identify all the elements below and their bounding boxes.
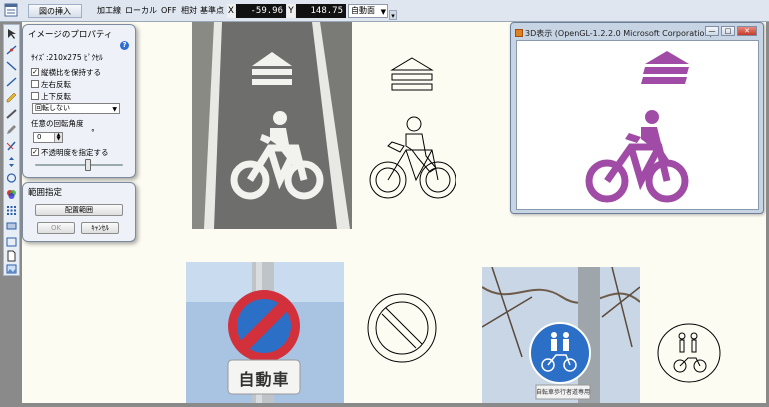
y-coordinate-field[interactable]: 148.75 <box>296 4 346 18</box>
no-parking-drawing[interactable] <box>364 292 440 364</box>
bike-sign-text: 自転車歩行者道専用 <box>536 389 591 396</box>
flip-horizontal-label: 左右反転 <box>41 80 71 89</box>
bicycle-pedestrian-sign-graphic <box>482 267 640 403</box>
mode-select[interactable]: 自動面 ▼ <box>348 4 388 18</box>
range-panel-title: 範囲指定 <box>28 188 63 198</box>
chevron-down-icon: ▼ <box>112 106 117 113</box>
process-line-toggle[interactable]: 加工線 <box>97 4 121 18</box>
rotation-angle-value: 0 <box>37 133 42 141</box>
toolbar-expand-icon[interactable]: ▾ <box>389 10 397 20</box>
top-toolbar: 図の挿入 加工線 ローカル OFF 相対 基準点 X -59.96 Y 148.… <box>0 0 769 22</box>
placement-range-button[interactable]: 配置範囲 <box>35 204 123 216</box>
window-app-icon <box>515 29 523 37</box>
x-label: X <box>227 4 235 18</box>
local-toggle[interactable]: ローカル <box>125 4 157 18</box>
arrow-mark-drawing[interactable] <box>388 56 436 96</box>
drawing-canvas[interactable]: 自動車 自転車歩行者道専用 イメージのプロパティ ? ｻｲｽﾞ:210x275 … <box>22 22 766 403</box>
polyline-tool-icon[interactable] <box>5 76 18 88</box>
no-parking-sign-photo[interactable]: 自動車 <box>186 262 344 403</box>
keep-aspect-checkbox[interactable]: ✓ 縦横比を保持する <box>31 68 101 78</box>
measure-tool-icon[interactable] <box>5 108 18 120</box>
insert-image-button[interactable]: 図の挿入 <box>28 4 82 18</box>
trim-tool-icon[interactable] <box>5 140 18 152</box>
image-tool-icon[interactable] <box>5 263 18 275</box>
spin-arrows-icon[interactable]: ▲ ▼ <box>54 133 62 142</box>
keep-aspect-label: 縦横比を保持する <box>41 68 101 77</box>
rotation-angle-label: 任意の回転角度 <box>31 119 84 128</box>
road-photo[interactable] <box>192 22 352 229</box>
app-menu-icon[interactable] <box>4 3 18 17</box>
color-tool-icon[interactable] <box>5 188 18 200</box>
flip-vertical-checkbox[interactable]: 上下反転 <box>31 92 71 102</box>
move-tool-icon[interactable] <box>5 156 18 168</box>
road-photo-graphic <box>192 22 352 229</box>
opacity-slider-track[interactable] <box>35 164 123 166</box>
document-tool-icon[interactable] <box>5 250 18 262</box>
ok-button[interactable]: OK <box>37 222 75 234</box>
edit-tool-icon[interactable] <box>5 124 18 136</box>
line-tool-icon[interactable] <box>5 60 18 72</box>
grid-tool-icon[interactable] <box>5 204 18 216</box>
opacity-checkbox[interactable]: ✓ 不透明度を指定する <box>31 148 109 158</box>
close-button[interactable]: ✕ <box>737 26 757 36</box>
off-toggle[interactable]: OFF <box>161 4 177 18</box>
range-panel: 範囲指定 配置範囲 OK ｷｬﾝｾﾙ <box>22 182 136 242</box>
image-properties-title: イメージのプロパティ <box>28 30 113 40</box>
flip-horizontal-checkbox[interactable]: 左右反転 <box>31 80 71 90</box>
checkbox-icon <box>31 80 39 88</box>
flip-vertical-label: 上下反転 <box>41 92 71 101</box>
checkbox-icon <box>31 92 39 100</box>
opacity-label: 不透明度を指定する <box>41 148 109 157</box>
mode-select-value: 自動面 <box>351 6 375 15</box>
maximize-button[interactable]: □ <box>721 26 735 36</box>
layer-tool-icon[interactable] <box>5 220 18 232</box>
cancel-button[interactable]: ｷｬﾝｾﾙ <box>81 222 119 234</box>
checkbox-checked-icon: ✓ <box>31 68 39 76</box>
3d-rendered-marks <box>585 51 689 203</box>
point-tool-icon[interactable] <box>5 44 18 56</box>
help-icon[interactable]: ? <box>120 41 129 50</box>
base-point-toggle[interactable]: 基準点 <box>200 4 224 18</box>
image-properties-panel: イメージのプロパティ ? ｻｲｽﾞ:210x275 ﾋﾟｸｾﾙ ✓ 縦横比を保持す… <box>22 24 136 178</box>
bicycle-pedestrian-drawing[interactable] <box>656 322 722 384</box>
pencil-tool-icon[interactable] <box>5 92 18 104</box>
x-coordinate-field[interactable]: -59.96 <box>236 4 286 18</box>
minimize-button[interactable]: — <box>705 26 719 36</box>
opacity-slider-thumb[interactable] <box>85 159 91 171</box>
select-tool-icon[interactable] <box>5 28 18 40</box>
rotation-select-value: 回転しない <box>35 104 70 112</box>
chevron-down-icon: ▼ <box>380 8 386 16</box>
bicycle-drawing[interactable] <box>366 114 456 206</box>
opengl-3d-window: 3D表示 (OpenGL-1.2.2.0 Microsoft Corporati… <box>510 22 764 214</box>
relative-toggle[interactable]: 相対 <box>181 4 197 18</box>
opengl-viewport[interactable] <box>516 40 759 210</box>
bicycle-pedestrian-sign-photo[interactable]: 自転車歩行者道専用 <box>482 267 640 403</box>
frame-tool-icon[interactable] <box>5 236 18 248</box>
rotation-select[interactable]: 回転しない ▼ <box>32 103 120 114</box>
opengl-window-title: 3D表示 (OpenGL-1.2.2.0 Microsoft Corporati… <box>525 29 713 38</box>
status-strip <box>0 403 769 407</box>
car-sign-text: 自動車 <box>238 370 290 389</box>
rotation-angle-input[interactable]: 0 ▲ ▼ <box>33 132 63 143</box>
circle-tool-icon[interactable] <box>5 172 18 184</box>
left-tool-strip <box>3 24 20 276</box>
y-label: Y <box>287 4 295 18</box>
image-size-text: ｻｲｽﾞ:210x275 ﾋﾟｸｾﾙ <box>31 53 103 62</box>
checkbox-checked-icon: ✓ <box>31 148 39 156</box>
degree-unit: ° <box>91 128 95 137</box>
